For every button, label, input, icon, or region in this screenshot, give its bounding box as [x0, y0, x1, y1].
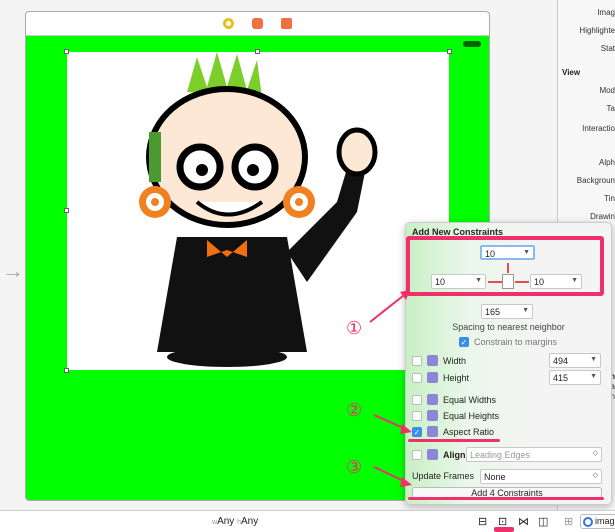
left-constraint-strut[interactable] [488, 281, 502, 283]
left-spacing-field[interactable]: 10 ▼ [431, 274, 486, 289]
right-spacing-field[interactable]: 10 ▼ [530, 274, 582, 289]
align-icon [427, 449, 438, 460]
aspect-ratio-row[interactable]: ✓ Aspect Ratio [412, 426, 494, 437]
right-constraint-strut[interactable] [515, 281, 529, 283]
inspector-label: Drawin [590, 212, 615, 221]
scene-dock [26, 12, 489, 36]
inspector-label: Tin [604, 194, 615, 203]
update-frames-label: Update Frames [412, 471, 475, 481]
entry-arrow-icon: → [2, 258, 24, 283]
view-controller-icon[interactable] [223, 18, 234, 29]
first-responder-icon[interactable] [252, 18, 263, 29]
inspector-label: Ta [606, 104, 615, 113]
update-frames-select[interactable]: None ◇ [480, 469, 602, 484]
spacing-label: Spacing to nearest neighbor [452, 322, 565, 332]
inspector-label: Interactio [582, 124, 615, 133]
equal-heights-icon [427, 410, 438, 421]
bottom-spacing-field[interactable]: 165 ▼ [481, 304, 533, 319]
height-row[interactable]: Height [412, 372, 469, 383]
top-constraint-strut[interactable] [507, 263, 509, 273]
image-view-icon [583, 517, 593, 527]
resize-handle[interactable] [64, 49, 69, 54]
equal-widths-icon [427, 394, 438, 405]
equal-widths-row[interactable]: Equal Widths [412, 394, 496, 405]
resize-handle[interactable] [64, 208, 69, 213]
underline-annotation [408, 497, 604, 500]
height-icon [427, 372, 438, 383]
inspector-label: Mod [599, 86, 615, 95]
section-header: View [562, 68, 581, 77]
resize-handle[interactable] [255, 49, 260, 54]
exit-icon[interactable] [281, 18, 292, 29]
constrain-margins-checkbox[interactable]: ✓ Constrain to margins [459, 337, 557, 347]
width-field[interactable]: 494 ▼ [549, 353, 601, 368]
object-library-filter[interactable]: imag [580, 514, 615, 529]
width-icon [427, 355, 438, 366]
height-field[interactable]: 415 ▼ [549, 370, 601, 385]
top-spacing-field[interactable]: 10 ▼ [480, 245, 535, 260]
equal-heights-row[interactable]: Equal Heights [412, 410, 499, 421]
grid-icon[interactable]: ⊞ [564, 515, 573, 528]
stack-icon[interactable]: ⊟ [478, 515, 487, 528]
resize-handle[interactable] [64, 368, 69, 373]
inspector-label: Backgroun [576, 176, 615, 185]
size-class-button[interactable]: wAny hAny [212, 516, 258, 527]
inspector-label: Stat [600, 44, 615, 53]
inspector-label: Alph [598, 158, 615, 167]
inspector-label: Imag [597, 8, 615, 17]
resizing-icon[interactable]: ◫ [538, 515, 548, 528]
resize-handle[interactable] [447, 49, 452, 54]
align-select[interactable]: Leading Edges ◇ [466, 447, 602, 462]
align-row[interactable]: Align [412, 449, 466, 460]
annotation-arrows [369, 290, 412, 487]
underline-annotation [408, 439, 500, 442]
underline-annotation [494, 527, 514, 532]
aspect-ratio-icon [427, 426, 438, 437]
inspector-label: Highlighte [579, 26, 615, 35]
battery-icon [463, 41, 481, 47]
view-preview-box [502, 274, 514, 289]
resolve-issues-icon[interactable]: ⋈ [518, 515, 529, 528]
bottom-toolbar: wAny hAny ⊟ ⊡ ⋈ ◫ ⊞ imag [0, 510, 615, 532]
width-row[interactable]: Width [412, 355, 466, 366]
add-constraints-popover: Add New Constraints 10 ▼ 10 ▼ 10 ▼ 165 ▼ Spa… [405, 222, 612, 505]
